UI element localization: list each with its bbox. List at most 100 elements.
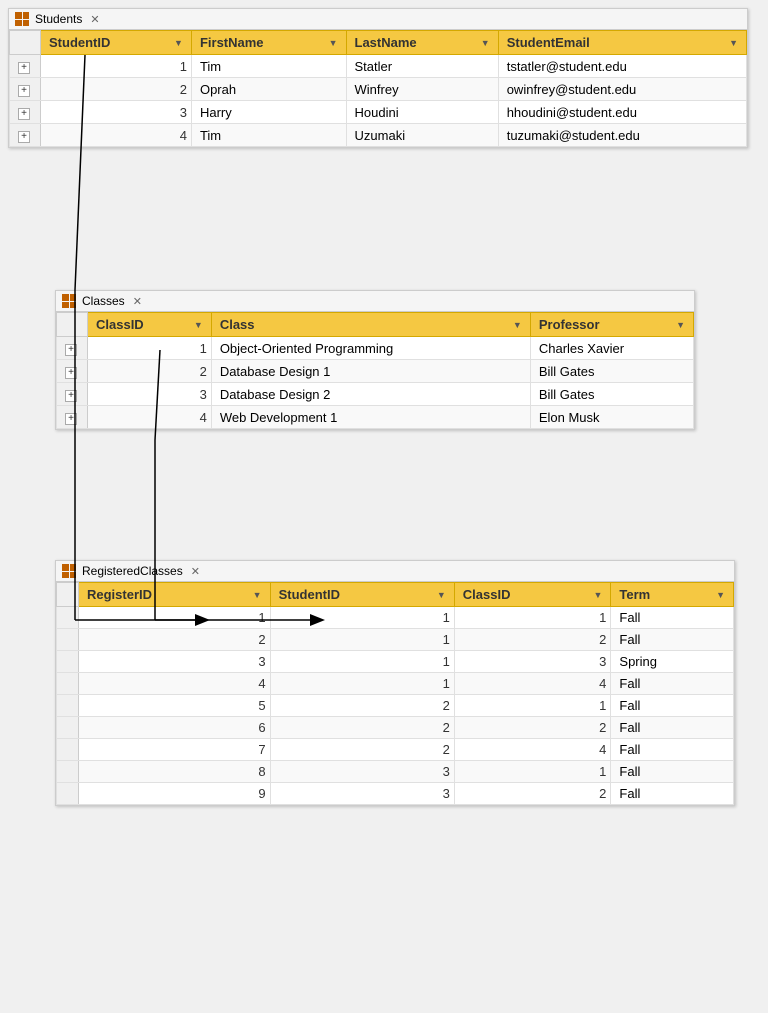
class-id-cell: 2 (88, 360, 212, 383)
lastname-cell: Winfrey (346, 78, 498, 101)
firstname-cell: Oprah (191, 78, 346, 101)
expand-cell[interactable] (57, 761, 79, 783)
expand-cell[interactable]: + (10, 78, 41, 101)
sort-icon-studentid: ▼ (174, 38, 183, 48)
reg-class-id-cell: 2 (454, 629, 611, 651)
firstname-cell: Tim (191, 55, 346, 78)
table-row: + 4 Web Development 1 Elon Musk (57, 406, 694, 429)
class-id-cell: 3 (88, 383, 212, 406)
expand-cell[interactable] (57, 783, 79, 805)
sort-icon-reg-classid: ▼ (593, 590, 602, 600)
professor-cell: Elon Musk (530, 406, 693, 429)
register-id-cell: 5 (79, 695, 271, 717)
register-id-cell: 1 (79, 607, 271, 629)
col-studentemail[interactable]: StudentEmail ▼ (498, 31, 746, 55)
table-row: + 4 Tim Uzumaki tuzumaki@student.edu (10, 124, 747, 147)
col-student-id[interactable]: StudentID ▼ (41, 31, 192, 55)
expand-cell[interactable] (57, 607, 79, 629)
expand-cell[interactable]: + (10, 124, 41, 147)
expand-cell[interactable]: + (57, 337, 88, 360)
reg-class-id-cell: 4 (454, 739, 611, 761)
reg-student-id-cell: 1 (270, 651, 454, 673)
expand-cell[interactable]: + (10, 55, 41, 78)
firstname-cell: Harry (191, 101, 346, 124)
expand-btn[interactable]: + (65, 390, 77, 402)
col-firstname[interactable]: FirstName ▼ (191, 31, 346, 55)
student-id-cell: 2 (41, 78, 192, 101)
col-term[interactable]: Term ▼ (611, 583, 734, 607)
professor-cell: Bill Gates (530, 360, 693, 383)
sort-icon-reg-studentid: ▼ (437, 590, 446, 600)
reg-student-id-cell: 3 (270, 761, 454, 783)
students-close-btn[interactable]: ✕ (90, 13, 99, 26)
sort-icon-firstname: ▼ (329, 38, 338, 48)
expand-btn[interactable]: + (18, 108, 30, 120)
term-cell: Fall (611, 673, 734, 695)
table-row: 5 2 1 Fall (57, 695, 734, 717)
col-reg-studentid[interactable]: StudentID ▼ (270, 583, 454, 607)
expand-btn[interactable]: + (18, 131, 30, 143)
reg-student-id-cell: 2 (270, 717, 454, 739)
students-title-bar: Students ✕ (9, 9, 747, 30)
table-row: + 3 Harry Houdini hhoudini@student.edu (10, 101, 747, 124)
register-id-cell: 9 (79, 783, 271, 805)
expand-cell[interactable]: + (57, 383, 88, 406)
table-row: + 2 Oprah Winfrey owinfrey@student.edu (10, 78, 747, 101)
professor-cell: Charles Xavier (530, 337, 693, 360)
expand-cell[interactable]: + (10, 101, 41, 124)
expand-cell[interactable] (57, 739, 79, 761)
expand-cell[interactable] (57, 651, 79, 673)
expand-cell[interactable] (57, 717, 79, 739)
reg-student-id-cell: 1 (270, 629, 454, 651)
term-cell: Spring (611, 651, 734, 673)
reg-class-id-cell: 1 (454, 761, 611, 783)
relationship-arrows (0, 0, 768, 1013)
reg-class-id-cell: 2 (454, 717, 611, 739)
term-cell: Fall (611, 761, 734, 783)
expand-btn[interactable]: + (18, 62, 30, 74)
classes-title-bar: Classes ✕ (56, 291, 694, 312)
expand-btn[interactable]: + (18, 85, 30, 97)
expand-cell[interactable] (57, 695, 79, 717)
register-id-cell: 4 (79, 673, 271, 695)
col-class[interactable]: Class ▼ (211, 313, 530, 337)
students-table-grid: StudentID ▼ FirstName ▼ LastName ▼ (9, 30, 747, 147)
class-name-cell: Database Design 1 (211, 360, 530, 383)
table-row: + 1 Object-Oriented Programming Charles … (57, 337, 694, 360)
sort-icon-professor: ▼ (676, 320, 685, 330)
col-reg-classid[interactable]: ClassID ▼ (454, 583, 611, 607)
registered-close-btn[interactable]: ✕ (191, 565, 200, 578)
term-cell: Fall (611, 607, 734, 629)
lastname-cell: Statler (346, 55, 498, 78)
expand-btn[interactable]: + (65, 344, 77, 356)
registered-grid-icon (62, 564, 76, 578)
term-cell: Fall (611, 695, 734, 717)
email-cell: tuzumaki@student.edu (498, 124, 746, 147)
term-cell: Fall (611, 629, 734, 651)
col-lastname[interactable]: LastName ▼ (346, 31, 498, 55)
col-classid[interactable]: ClassID ▼ (88, 313, 212, 337)
reg-class-id-cell: 4 (454, 673, 611, 695)
reg-student-id-cell: 2 (270, 739, 454, 761)
col-professor[interactable]: Professor ▼ (530, 313, 693, 337)
sort-icon-class: ▼ (513, 320, 522, 330)
classes-close-btn[interactable]: ✕ (133, 295, 142, 308)
reg-student-id-cell: 2 (270, 695, 454, 717)
expand-btn[interactable]: + (65, 367, 77, 379)
expand-cell[interactable]: + (57, 406, 88, 429)
student-id-cell: 4 (41, 124, 192, 147)
term-cell: Fall (611, 783, 734, 805)
professor-cell: Bill Gates (530, 383, 693, 406)
expand-cell[interactable]: + (57, 360, 88, 383)
table-row: 1 1 1 Fall (57, 607, 734, 629)
table-row: 2 1 2 Fall (57, 629, 734, 651)
classes-window: Classes ✕ ClassID ▼ Class ▼ (55, 290, 695, 430)
expand-cell[interactable] (57, 629, 79, 651)
student-id-cell: 1 (41, 55, 192, 78)
col-registerid[interactable]: RegisterID ▼ (79, 583, 271, 607)
email-cell: tstatler@student.edu (498, 55, 746, 78)
expand-cell[interactable] (57, 673, 79, 695)
register-id-cell: 2 (79, 629, 271, 651)
reg-class-id-cell: 1 (454, 695, 611, 717)
expand-btn[interactable]: + (65, 413, 77, 425)
